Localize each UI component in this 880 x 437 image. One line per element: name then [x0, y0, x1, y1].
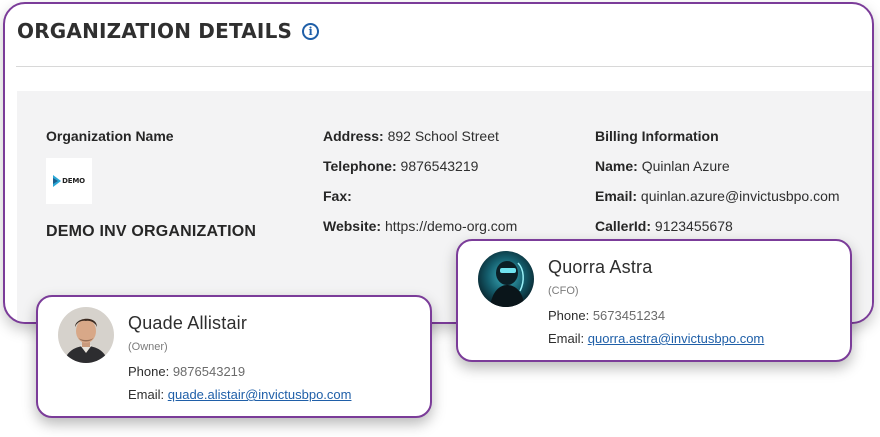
billing-name-label: Name: [595, 158, 638, 174]
contact-column: Address: 892 School Street Telephone: 98… [323, 126, 517, 246]
header-divider [16, 66, 872, 67]
fax-row: Fax: [323, 186, 517, 216]
logo-text: DEMO [62, 177, 85, 185]
avatar [58, 307, 114, 363]
billing-email-label: Email: [595, 188, 638, 204]
person-phone-row: Phone: 9876543219 [128, 364, 351, 382]
person-role: (Owner) [128, 341, 168, 353]
billing-heading: Billing Information [595, 128, 719, 144]
email-label: Email: [548, 331, 585, 346]
info-icon[interactable]: i [302, 22, 320, 40]
phone-value: 5673451234 [592, 308, 666, 323]
telephone-value: 9876543219 [400, 158, 479, 174]
address-label: Address: [323, 128, 384, 144]
avatar [478, 251, 534, 307]
organization-name-label: Organization Name [46, 128, 174, 144]
person-email-row: Email: quorra.astra@invictusbpo.com [548, 331, 764, 349]
website-label: Website: [323, 218, 382, 234]
cfo-contact-card: Quorra Astra (CFO) Phone: 5673451234 Ema… [456, 239, 852, 362]
telephone-row: Telephone: 9876543219 [323, 156, 517, 186]
phone-label: Phone: [128, 364, 170, 379]
logo-mark-icon [53, 175, 62, 187]
telephone-label: Telephone: [323, 158, 397, 174]
organization-display-name: DEMO INV ORGANIZATION [46, 223, 257, 240]
owner-contact-card: Quade Allistair (Owner) Phone: 987654321… [36, 295, 432, 418]
page-title: ORGANIZATION DETAILS [17, 19, 293, 43]
phone-label: Phone: [548, 308, 590, 323]
person-phone-row: Phone: 5673451234 [548, 308, 764, 326]
fax-label: Fax: [323, 188, 352, 204]
card-header: ORGANIZATION DETAILS i [17, 16, 320, 46]
billing-email-value: quinlan.azure@invictusbpo.com [640, 188, 840, 204]
billing-name-value: Quinlan Azure [641, 158, 730, 174]
billing-column: Billing Information Name: Quinlan Azure … [595, 126, 840, 246]
billing-name-row: Name: Quinlan Azure [595, 156, 840, 186]
billing-email-row: Email: quinlan.azure@invictusbpo.com [595, 186, 840, 216]
email-label: Email: [128, 387, 165, 402]
phone-value: 9876543219 [172, 364, 246, 379]
person-name: Quade Allistair [128, 313, 248, 333]
email-link[interactable]: quade.alistair@invictusbpo.com [168, 387, 352, 402]
person-name: Quorra Astra [548, 257, 653, 277]
website-value: https://demo-org.com [384, 218, 518, 234]
address-value: 892 School Street [387, 128, 499, 144]
billing-callerid-label: CallerId: [595, 218, 652, 234]
billing-callerid-value: 9123455678 [654, 218, 733, 234]
email-link[interactable]: quorra.astra@invictusbpo.com [588, 331, 765, 346]
organization-logo: DEMO [46, 158, 92, 204]
organization-column: Organization Name DEMO DEMO INV ORGANIZA… [46, 126, 256, 241]
person-email-row: Email: quade.alistair@invictusbpo.com [128, 387, 351, 405]
address-row: Address: 892 School Street [323, 126, 517, 156]
person-role: (CFO) [548, 285, 579, 297]
